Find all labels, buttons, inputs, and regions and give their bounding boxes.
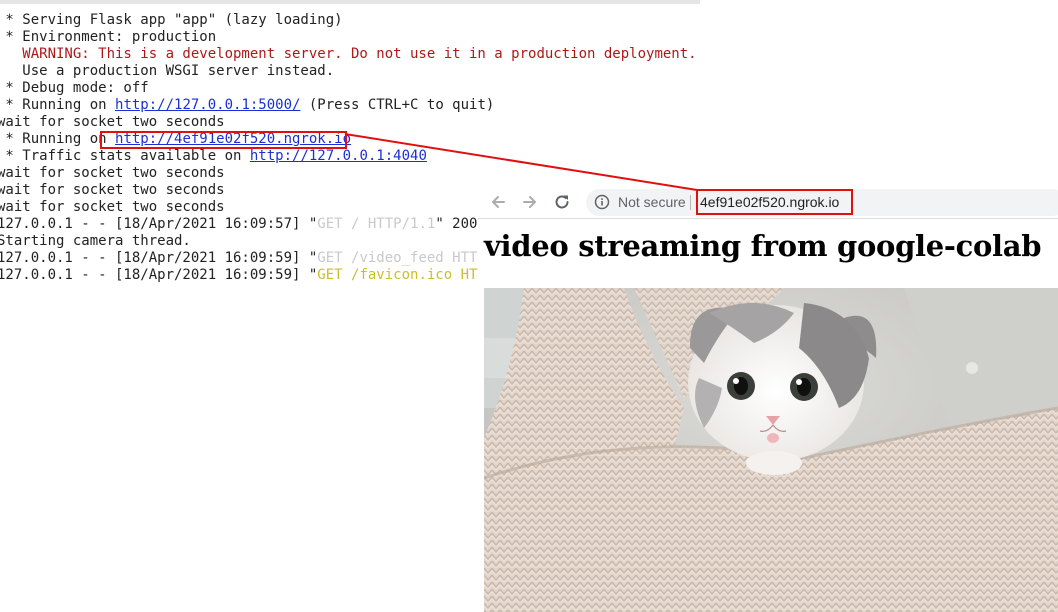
terminal-line: * Running on http://127.0.0.1:5000/ (Pre… bbox=[0, 97, 495, 113]
terminal-url-highlight bbox=[100, 131, 347, 149]
warning-text: WARNING: This is a development server. D… bbox=[0, 46, 697, 62]
terminal-line: * Serving Flask app "app" (lazy loading) bbox=[0, 12, 343, 28]
video-stream bbox=[484, 288, 1058, 612]
page-title: video streaming from google-colab bbox=[484, 229, 1042, 263]
terminal-line: wait for socket two seconds bbox=[0, 165, 225, 181]
back-arrow-icon bbox=[492, 196, 505, 208]
reload-button[interactable] bbox=[549, 189, 575, 215]
forward-arrow-icon bbox=[523, 196, 536, 208]
terminal-line: * Traffic stats available on http://127.… bbox=[0, 148, 427, 164]
traffic-stats-link[interactable]: http://127.0.0.1:4040 bbox=[250, 148, 427, 164]
terminal-top-edge bbox=[0, 0, 700, 4]
browser-window: Not secure 4ef91e02f520.ngrok.io video s… bbox=[478, 186, 1058, 612]
terminal-line: * Environment: production bbox=[0, 29, 217, 45]
forward-button[interactable] bbox=[517, 189, 543, 215]
reload-icon bbox=[555, 195, 569, 209]
terminal-line: * Debug mode: off bbox=[0, 80, 149, 96]
back-button[interactable] bbox=[485, 189, 511, 215]
browser-url-highlight bbox=[696, 189, 853, 215]
local-server-link[interactable]: http://127.0.0.1:5000/ bbox=[115, 97, 300, 113]
address-divider bbox=[690, 195, 691, 210]
not-secure-label[interactable]: Not secure bbox=[618, 189, 686, 216]
info-circle-icon[interactable] bbox=[594, 194, 610, 210]
kitten-video-frame bbox=[484, 288, 1058, 612]
terminal-warning-line: WARNING: This is a development server. D… bbox=[0, 46, 697, 63]
terminal-line: wait for socket two seconds bbox=[0, 114, 225, 130]
terminal-line: Use a production WSGI server instead. bbox=[0, 63, 335, 79]
